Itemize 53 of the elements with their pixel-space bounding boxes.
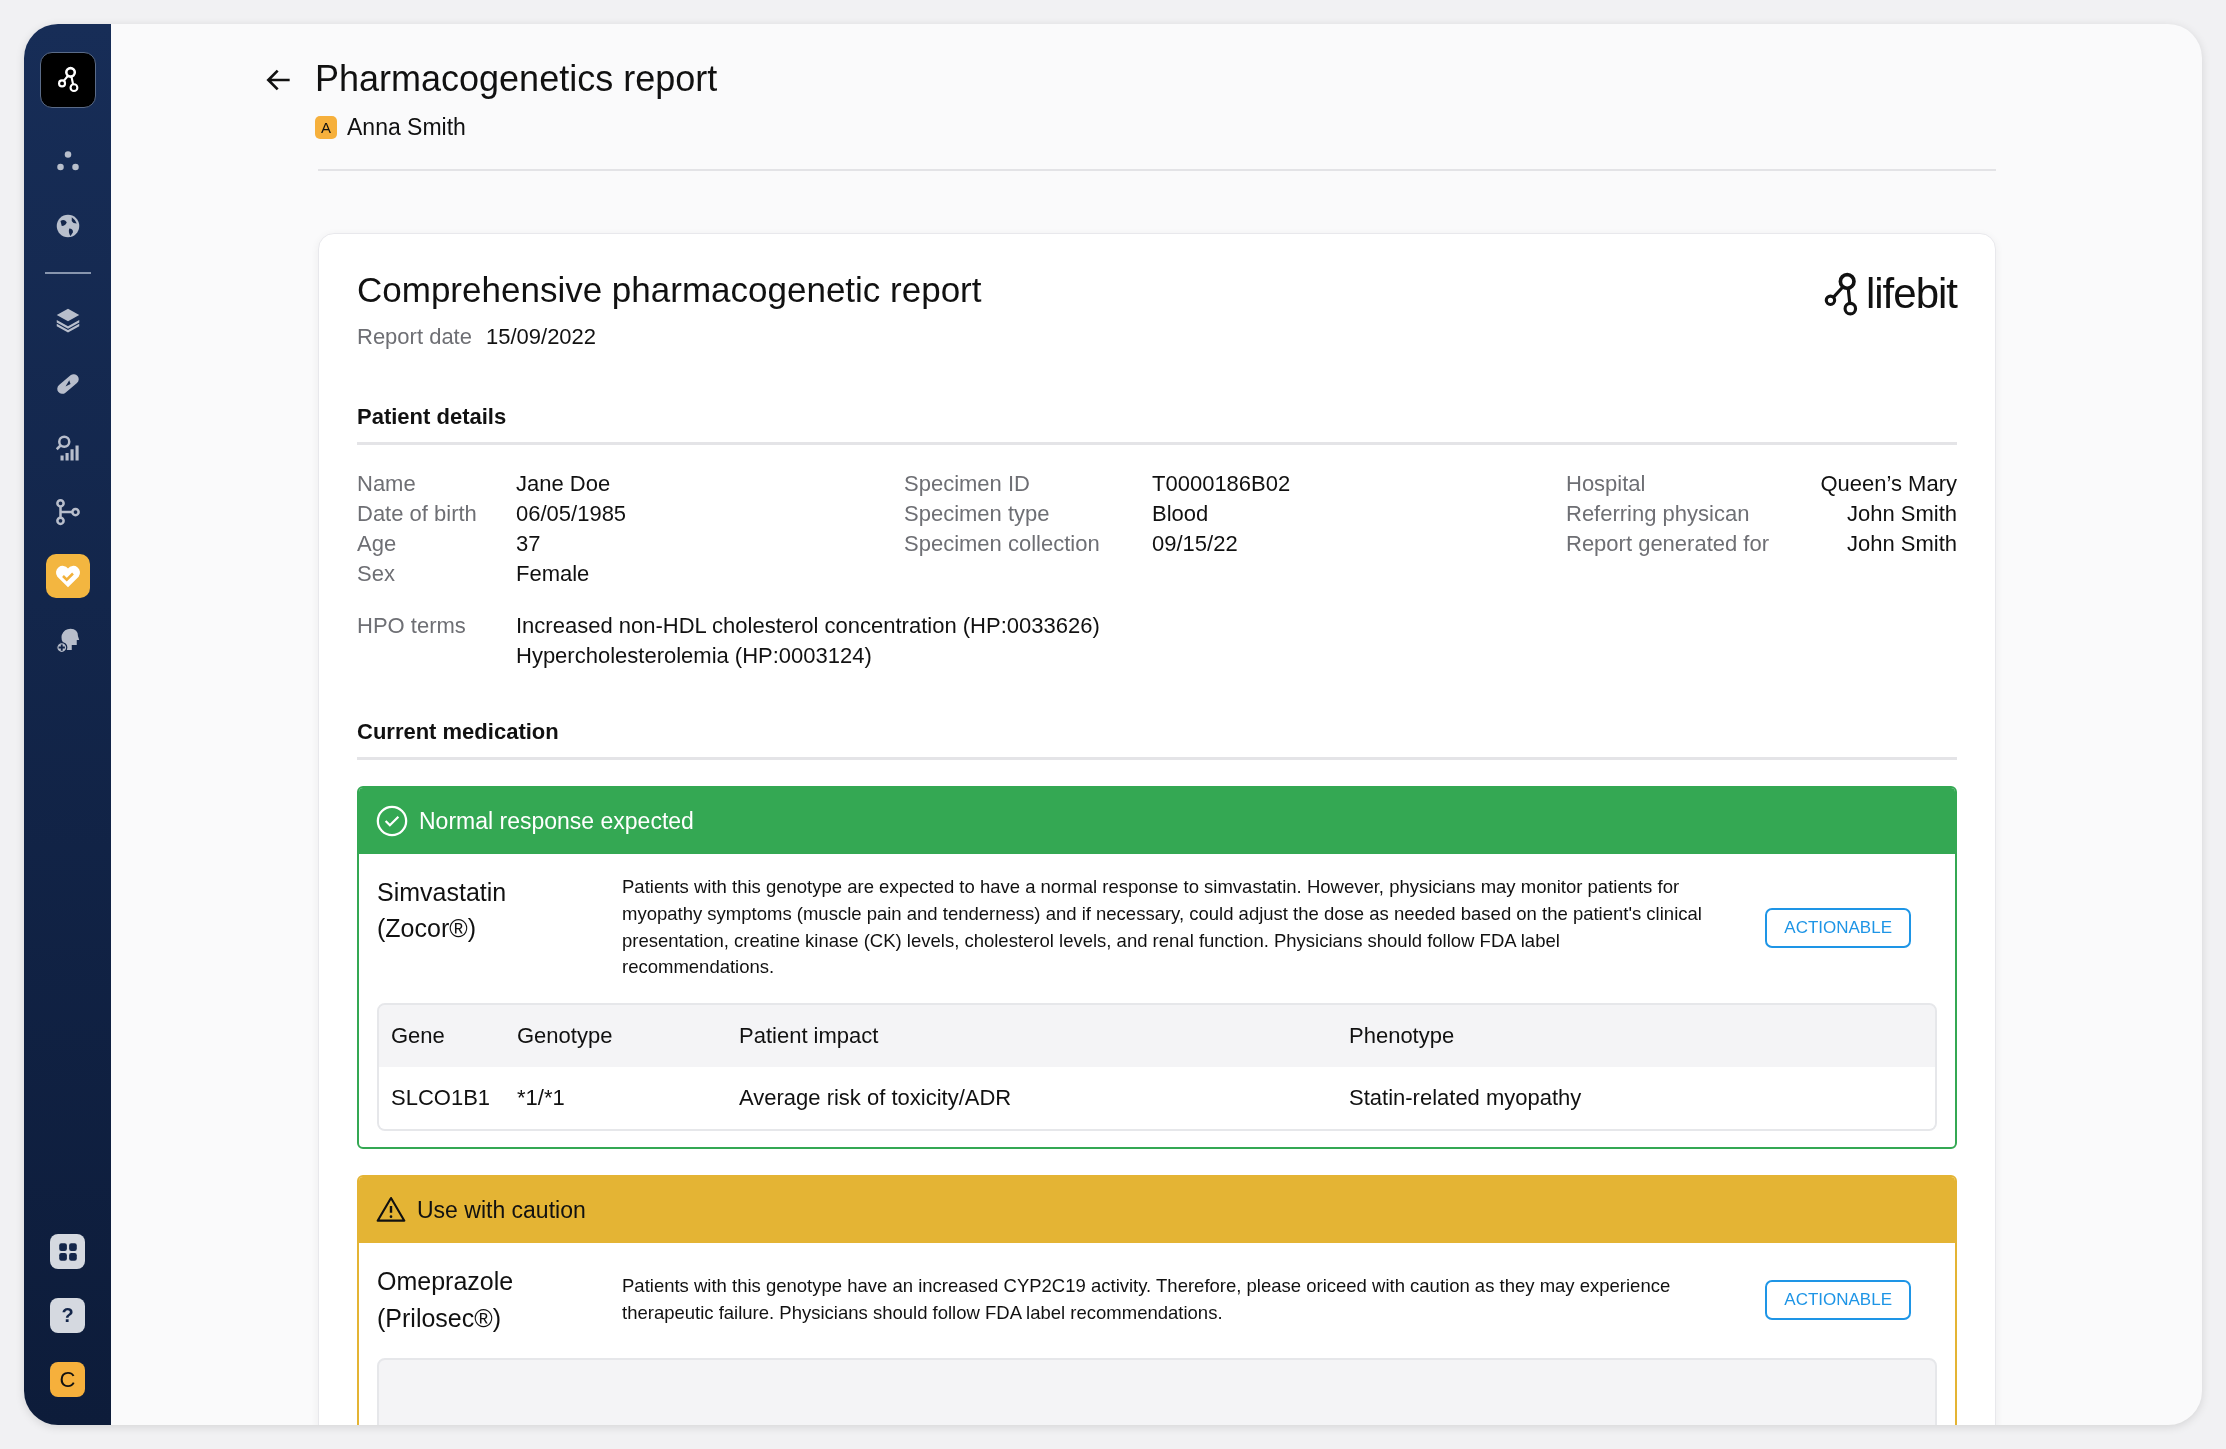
field-value: 06/05/1985 xyxy=(516,501,628,527)
report-date: 15/09/2022 xyxy=(485,324,597,350)
hpo-term: Hypercholesterolemia (HP:0003124) xyxy=(516,643,873,669)
column-header: Genotype xyxy=(517,1023,614,1050)
brand-name: lifebit xyxy=(1865,270,1957,318)
field-label: Specimen ID xyxy=(904,471,1031,497)
app-logo-icon[interactable] xyxy=(39,52,96,108)
report-title: Comprehensive pharmacogenetic report xyxy=(357,270,982,310)
column-header: Gene xyxy=(391,1023,446,1050)
report-date-label: Report date xyxy=(357,324,472,350)
table-cell-text: SLCO1B1 xyxy=(391,1085,492,1112)
response-title: Use with caution xyxy=(417,1196,586,1224)
field-value: 09/15/22 xyxy=(1152,531,1239,557)
field-label: Sex xyxy=(357,561,396,587)
table-cell-text: Average risk of toxicity/ADR xyxy=(739,1085,1013,1112)
field-value: Blood xyxy=(1152,501,1210,527)
help-button[interactable]: ? xyxy=(50,1298,85,1333)
field-label: Age xyxy=(357,531,398,557)
drug-description: Patients with this genotype are expected to have a normal response to simvastatin. However, physicians may monitor patients for myopathy symptoms (muscle pain and tenderness) and if necessary, could adjust the dose as needed based on the patient's clinical presentation, creatine kinase (CK) levels, cholesterol levels, and renal function. Physicians should follow FDA label recommendations. xyxy=(622,875,1703,980)
field-value: John Smith xyxy=(1845,531,1957,557)
field-label: Hospital xyxy=(1566,471,1647,497)
field-label: HPO terms xyxy=(357,613,467,640)
page-title: Pharmacogenetics report xyxy=(315,58,718,100)
drug-description: Patients with this genotype have an increased CYP2C19 activity. Therefore, please oriceed with caution as they may experience therapeutic failure. Physicians should follow FDA label recommendations. xyxy=(622,1273,1672,1325)
field-value: 37 xyxy=(516,531,542,557)
hpo-term: Increased non-HDL cholesterol concentration (HP:0033626) xyxy=(516,613,1100,639)
field-label: Report generated for xyxy=(1566,531,1771,557)
user-initial-badge: A xyxy=(315,116,337,139)
section-heading: Current medication xyxy=(357,719,1957,760)
actionable-badge: ACTIONABLE xyxy=(1765,907,1911,948)
field-value: Jane Doe xyxy=(516,471,612,497)
apps-icon[interactable] xyxy=(50,1234,85,1269)
field-value: John Smith xyxy=(1845,501,1957,527)
field-value: Female xyxy=(516,561,591,587)
actionable-badge: ACTIONABLE xyxy=(1765,1279,1911,1320)
table-cell-text: *1/*1 xyxy=(517,1085,566,1112)
field-label: Name xyxy=(357,471,417,497)
column-header: Patient impact xyxy=(739,1023,880,1050)
user-avatar[interactable]: C xyxy=(50,1362,85,1397)
field-label: Specimen collection xyxy=(904,531,1101,557)
field-label: Specimen type xyxy=(904,501,1051,527)
user-name: Anna Smith xyxy=(347,114,466,141)
field-label: Date of birth xyxy=(357,501,478,527)
field-value: Queen’s Mary xyxy=(1819,471,1957,497)
response-title: Normal response expected xyxy=(419,807,694,835)
field-label: Referring physican xyxy=(1566,501,1751,527)
table-cell-text: Statin-related myopathy xyxy=(1349,1085,1583,1112)
drug-name: Omeprazole (Prilosec®) xyxy=(377,1266,515,1334)
drug-name: Simvastatin (Zocor®) xyxy=(377,877,508,945)
check-circle-icon xyxy=(375,804,409,838)
field-value: T0000186B02 xyxy=(1152,471,1292,497)
column-header: Phenotype xyxy=(1349,1023,1456,1050)
section-heading: Patient details xyxy=(357,404,1957,445)
